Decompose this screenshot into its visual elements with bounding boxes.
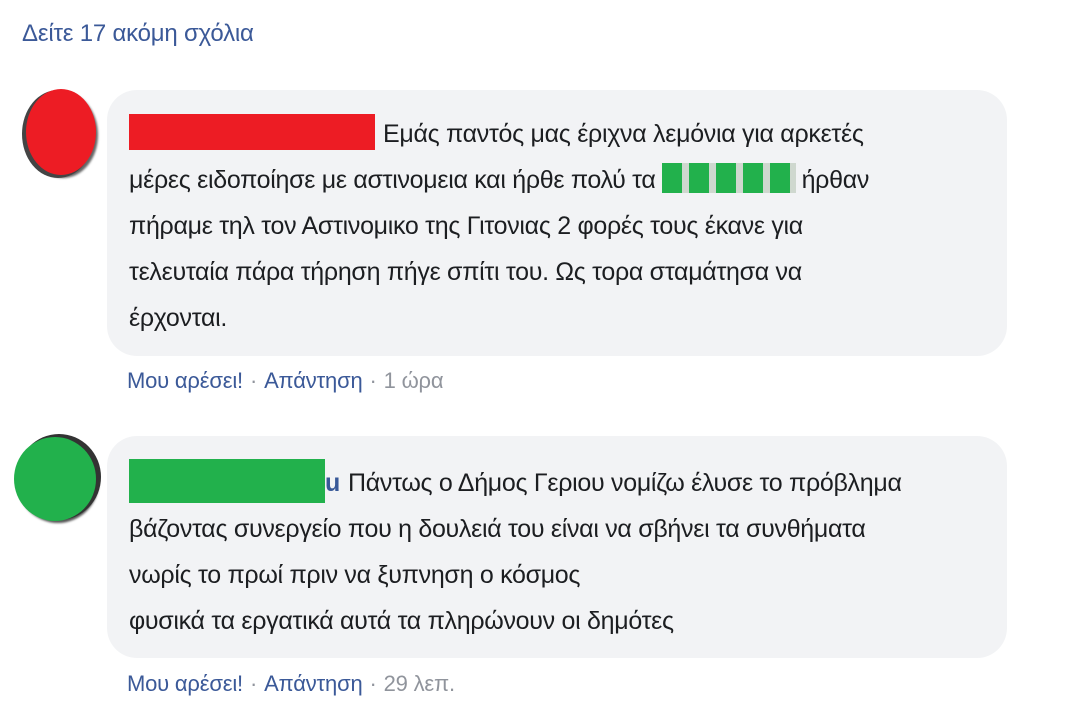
comment-text-line: πήραμε τηλ τον Αστινομικο της Γιτονιας 2… bbox=[129, 212, 803, 240]
comment-actions: Μου αρέσει! · Απάντηση · 29 λεπ. bbox=[127, 671, 455, 697]
reply-button[interactable]: Απάντηση bbox=[264, 368, 363, 393]
comment-text-line: τελευταία πάρα τήρηση πήγε σπίτι του. Ως… bbox=[129, 258, 802, 286]
comment-text-line: ήρθαν bbox=[801, 166, 870, 194]
author-name-suffix[interactable]: u bbox=[325, 469, 340, 497]
comment-text-line: Πάντως ο Δήμος Γεριου νομίζω έλυσε το πρ… bbox=[347, 469, 902, 497]
separator: · bbox=[369, 368, 377, 393]
avatar[interactable] bbox=[26, 89, 96, 175]
comment-text-line: βάζοντας συνεργείο που η δουλειά του είν… bbox=[129, 515, 866, 543]
view-more-comments-link[interactable]: Δείτε 17 ακόμη σχόλια bbox=[22, 20, 254, 48]
comment-timestamp[interactable]: 1 ώρα bbox=[384, 368, 444, 393]
comment-text-line: φυσικά τα εργατικά αυτά τα πληρώνουν οι … bbox=[129, 607, 674, 635]
reply-button[interactable]: Απάντηση bbox=[264, 671, 363, 696]
comment-bubble: Εμάς παντός μας έριχνα λεμόνια για αρκετ… bbox=[107, 90, 1007, 356]
like-button[interactable]: Μου αρέσει! bbox=[127, 368, 243, 393]
separator: · bbox=[369, 671, 377, 696]
redacted-author-name[interactable] bbox=[129, 114, 375, 150]
separator: · bbox=[249, 671, 258, 696]
comment-actions: Μου αρέσει! · Απάντηση · 1 ώρα bbox=[127, 368, 444, 394]
comment-text-line: μέρες ειδοποίησε με αστινομεια και ήρθε … bbox=[129, 166, 656, 194]
avatar[interactable] bbox=[14, 437, 96, 521]
comment-text-line: Εμάς παντός μας έριχνα λεμόνια για αρκετ… bbox=[383, 120, 864, 148]
comment-timestamp[interactable]: 29 λεπ. bbox=[384, 671, 455, 696]
redacted-author-name[interactable] bbox=[129, 459, 325, 503]
redacted-word bbox=[661, 163, 796, 193]
comment-text-line: έρχονται. bbox=[129, 304, 227, 332]
comment-text-line: νωρίς το πρωί πριν να ξυπνηση ο κόσμος bbox=[129, 561, 581, 589]
comment-bubble: u Πάντως ο Δήμος Γεριου νομίζω έλυσε το π… bbox=[107, 436, 1007, 658]
separator: · bbox=[249, 368, 258, 393]
like-button[interactable]: Μου αρέσει! bbox=[127, 671, 243, 696]
